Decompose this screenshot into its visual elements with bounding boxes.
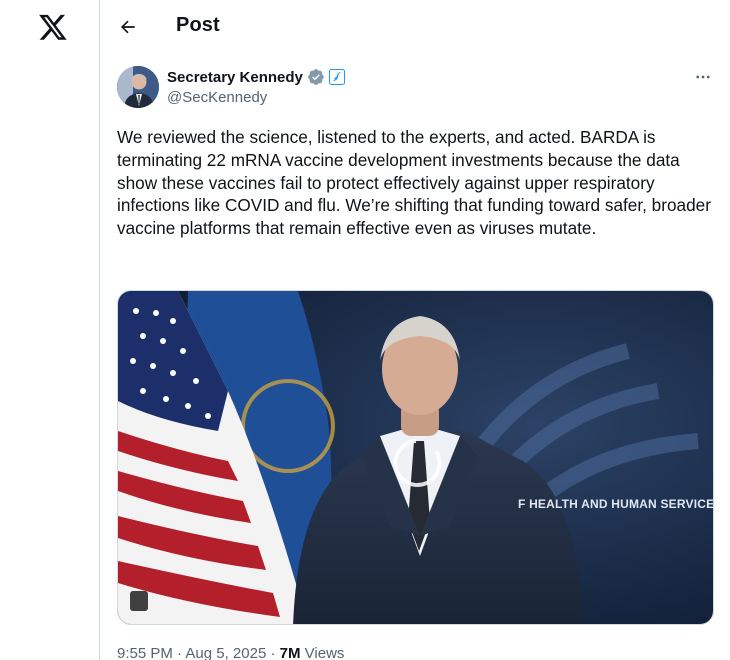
post-body-text: We reviewed the science, listened to the… (117, 127, 711, 239)
author-handle[interactable]: @SecKennedy (167, 89, 267, 106)
views-label: Views (304, 645, 345, 660)
verified-badge-icon (308, 69, 324, 85)
more-horizontal-icon (696, 75, 710, 79)
video-control-button[interactable] (130, 591, 148, 611)
post-author: Secretary Kennedy @SecKennedy (117, 66, 717, 110)
back-button[interactable] (113, 12, 143, 42)
more-options-button[interactable] (688, 64, 718, 90)
post-time[interactable]: 9:55 PM (117, 645, 173, 660)
video-frame-illustration (118, 291, 713, 624)
arrow-left-icon (121, 20, 135, 34)
left-nav-rail (0, 0, 100, 660)
post-header: Post (101, 0, 730, 53)
author-name[interactable]: Secretary Kennedy (167, 68, 345, 86)
post-date[interactable]: Aug 5, 2025 (185, 645, 266, 660)
x-logo-icon[interactable] (38, 12, 68, 42)
avatar[interactable] (117, 66, 159, 108)
views-count: 7M (279, 645, 301, 660)
meta-separator: · (177, 645, 183, 660)
meta-separator: · (270, 645, 276, 660)
main-column: Post Secretary Kennedy @SecKennedy We re… (101, 0, 730, 660)
page-title: Post (176, 14, 220, 36)
media-backdrop-text: F HEALTH AND HUMAN SERVICES (518, 497, 714, 511)
government-affiliate-badge-icon (328, 69, 345, 85)
post-media-video[interactable]: F HEALTH AND HUMAN SERVICES (117, 290, 714, 625)
author-display-name: Secretary Kennedy (167, 68, 303, 86)
post-metadata: 9:55 PM · Aug 5, 2025 · 7M Views (117, 645, 344, 660)
